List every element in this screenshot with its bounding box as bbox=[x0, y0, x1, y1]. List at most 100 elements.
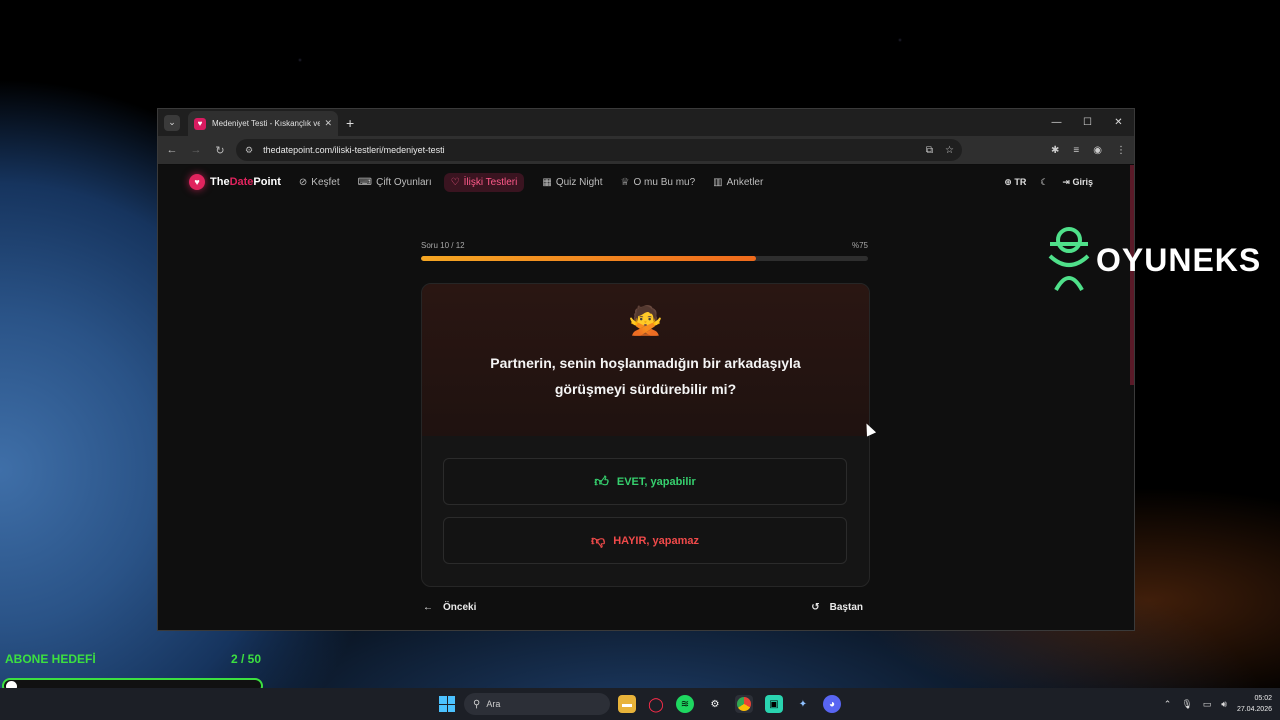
browser-toolbar: ← → ↻ ⚙ thedatepoint.com/iliski-testleri… bbox=[158, 136, 1134, 164]
maximize-button[interactable]: ☐ bbox=[1072, 109, 1103, 136]
nav-item-label: Quiz Night bbox=[555, 176, 603, 188]
language-label: TR bbox=[1014, 176, 1027, 187]
install-app-icon[interactable]: ⧉ bbox=[926, 145, 933, 156]
browser-tab[interactable]: ♥ Medeniyet Testi - Kıskançlık ve ✕ bbox=[188, 111, 338, 136]
tab-title: Medeniyet Testi - Kıskançlık ve bbox=[212, 119, 321, 128]
discord-icon[interactable]: ◕ bbox=[823, 695, 841, 713]
clock[interactable]: 05:02 27.04.2026 bbox=[1237, 693, 1272, 715]
logo-point: Point bbox=[253, 176, 281, 188]
close-tab-icon[interactable]: ✕ bbox=[324, 118, 332, 129]
subscribe-goal-label: ABONE HEDEFİ bbox=[5, 652, 96, 666]
url-text[interactable]: thedatepoint.com/iliski-testleri/medeniy… bbox=[263, 145, 445, 155]
site-info-icon[interactable]: ⚙ bbox=[245, 145, 253, 156]
network-icon[interactable]: ▭ bbox=[1203, 699, 1212, 710]
chrome-icon[interactable] bbox=[735, 695, 753, 713]
file-explorer-icon[interactable]: ▬ bbox=[618, 695, 636, 713]
profile-icon[interactable]: ◉ bbox=[1093, 145, 1102, 156]
nav-item-o-mu-bu-mu[interactable]: ♕ O mu Bu mu? bbox=[621, 177, 696, 188]
network-app-icon[interactable]: ✦ bbox=[794, 695, 812, 713]
heart-logo-icon: ♥ bbox=[189, 174, 205, 190]
moon-icon: ☾ bbox=[1040, 176, 1049, 187]
taskbar: ⚲ Ara ▬ ◯ ≋ ⚙ ▣ ✦ ◕ ⌃ 🎙︎ ▭ 🔊︎ 05:02 27.0… bbox=[0, 688, 1280, 720]
address-bar[interactable]: ⚙ thedatepoint.com/iliski-testleri/meden… bbox=[236, 139, 962, 161]
toolbar-actions: ✱ ≡ ◉ ⋮ bbox=[1051, 136, 1126, 164]
logo-the: The bbox=[210, 176, 230, 188]
back-button[interactable]: ← bbox=[162, 144, 182, 156]
nav-item-label: İlişki Testleri bbox=[463, 176, 518, 188]
bar-chart-icon: ▥ bbox=[713, 176, 723, 188]
trophy-icon: ♕ bbox=[620, 176, 630, 188]
chevron-up-icon[interactable]: ⌃ bbox=[1164, 699, 1172, 710]
bookmark-star-icon[interactable]: ☆ bbox=[945, 145, 954, 156]
grid-icon: ▦ bbox=[542, 176, 552, 188]
quiz-container: Soru 10 / 12 %75 🙅 Partnerin, senin hoşl… bbox=[421, 241, 870, 587]
nav-item-cift-oyunlari[interactable]: ⌨ Çift Oyunları bbox=[358, 177, 432, 188]
tab-search-button[interactable]: ⌄ bbox=[164, 114, 180, 131]
no-answer-label: HAYIR, yapamaz bbox=[613, 534, 700, 547]
dark-mode-toggle[interactable]: ☾ bbox=[1040, 177, 1048, 188]
favicon-icon: ♥ bbox=[194, 117, 206, 130]
oyuneks-logo: OYUNEKS bbox=[1046, 226, 1261, 294]
login-label: Giriş bbox=[1072, 176, 1093, 187]
search-icon: ⚲ bbox=[473, 698, 481, 710]
question-text: Partnerin, senin hoşlanmadığın bir arkad… bbox=[490, 355, 801, 397]
spotify-icon[interactable]: ≋ bbox=[676, 695, 694, 713]
thumbs-down-icon: 👎︎ bbox=[590, 532, 606, 548]
restart-icon: ↺ bbox=[811, 602, 820, 613]
volume-icon[interactable]: 🔊︎ bbox=[1221, 699, 1227, 710]
windows-start-icon[interactable] bbox=[439, 696, 455, 712]
logo-date: Date bbox=[229, 176, 254, 188]
oyuneks-mascot-icon bbox=[1048, 227, 1090, 292]
tab-bar: ⌄ ♥ Medeniyet Testi - Kıskançlık ve ✕ + … bbox=[158, 109, 1134, 136]
minimize-button[interactable]: — bbox=[1041, 109, 1072, 136]
opera-icon[interactable]: ◯ bbox=[647, 695, 665, 713]
previous-label: Önceki bbox=[443, 602, 477, 613]
question-card: 🙅 Partnerin, senin hoşlanmadığın bir ark… bbox=[421, 283, 870, 587]
no-answer-button[interactable]: 👎︎ HAYIR, yapamaz bbox=[443, 517, 847, 564]
nav-item-label: Keşfet bbox=[311, 176, 340, 188]
heart-icon: ♡ bbox=[450, 176, 460, 188]
new-tab-button[interactable]: + bbox=[346, 115, 354, 131]
taskbar-search[interactable]: ⚲ Ara bbox=[464, 693, 610, 715]
menu-kebab-icon[interactable]: ⋮ bbox=[1116, 145, 1126, 156]
nav-item-anketler[interactable]: ▥ Anketler bbox=[713, 177, 763, 188]
progress-header: Soru 10 / 12 %75 bbox=[421, 241, 868, 250]
question-counter: Soru 10 / 12 bbox=[421, 241, 465, 250]
globe-icon: ⊕ bbox=[1004, 176, 1012, 187]
extensions-icon[interactable]: ✱ bbox=[1051, 145, 1059, 156]
compass-icon: ⊘ bbox=[298, 176, 308, 188]
oyuneks-brand: OYUNEKS bbox=[1096, 241, 1262, 278]
search-placeholder: Ara bbox=[486, 699, 501, 709]
language-button[interactable]: ⊕ TR bbox=[1004, 177, 1026, 188]
quiz-footer-nav: ← Önceki ↺ Baştan bbox=[423, 602, 863, 613]
progress-percent: %75 bbox=[851, 241, 868, 250]
restart-button[interactable]: ↺ Baştan bbox=[811, 602, 863, 613]
forward-button[interactable]: → bbox=[186, 144, 206, 156]
clock-date: 27.04.2026 bbox=[1236, 706, 1272, 713]
previous-button[interactable]: ← Önceki bbox=[423, 602, 476, 613]
progress-bar bbox=[421, 256, 868, 261]
thumbs-up-icon: 👍︎ bbox=[594, 473, 609, 489]
website: ♥ The Date Point ⊘ Keşfet ⌨ Çift Oyunları ♡ İ… bbox=[158, 165, 1134, 630]
microphone-icon[interactable]: 🎙︎ bbox=[1181, 699, 1192, 710]
address-bar-actions: ⧉ ☆ bbox=[926, 139, 954, 161]
subscribe-goal-count: 2 / 50 bbox=[231, 652, 262, 666]
clock-time: 05:02 bbox=[1254, 695, 1272, 702]
nav-item-iliski-testleri[interactable]: ♡ İlişki Testleri bbox=[443, 172, 525, 192]
yes-answer-button[interactable]: 👍︎ EVET, yapabilir bbox=[443, 458, 847, 505]
app-icon[interactable]: ▣ bbox=[765, 695, 783, 713]
nav-item-quiz-night[interactable]: ▦ Quiz Night bbox=[542, 177, 602, 188]
login-icon: ⇥ bbox=[1062, 176, 1070, 187]
close-window-button[interactable]: ✕ bbox=[1103, 109, 1134, 136]
progress-bar-fill bbox=[421, 256, 757, 261]
steam-icon[interactable]: ⚙ bbox=[706, 695, 724, 713]
window-controls: — ☐ ✕ bbox=[1041, 109, 1134, 136]
system-tray: ⌃ 🎙︎ ▭ 🔊︎ 05:02 27.04.2026 bbox=[1164, 688, 1272, 720]
reload-button[interactable]: ↻ bbox=[210, 144, 230, 157]
browser-window: ⌄ ♥ Medeniyet Testi - Kıskançlık ve ✕ + … bbox=[157, 108, 1135, 631]
site-logo[interactable]: ♥ The Date Point bbox=[189, 174, 281, 190]
media-icon[interactable]: ≡ bbox=[1073, 145, 1079, 156]
login-button[interactable]: ⇥ Giriş bbox=[1062, 177, 1093, 188]
arrow-left-icon: ← bbox=[423, 602, 433, 613]
nav-item-kesfet[interactable]: ⊘ Keşfet bbox=[299, 177, 340, 188]
